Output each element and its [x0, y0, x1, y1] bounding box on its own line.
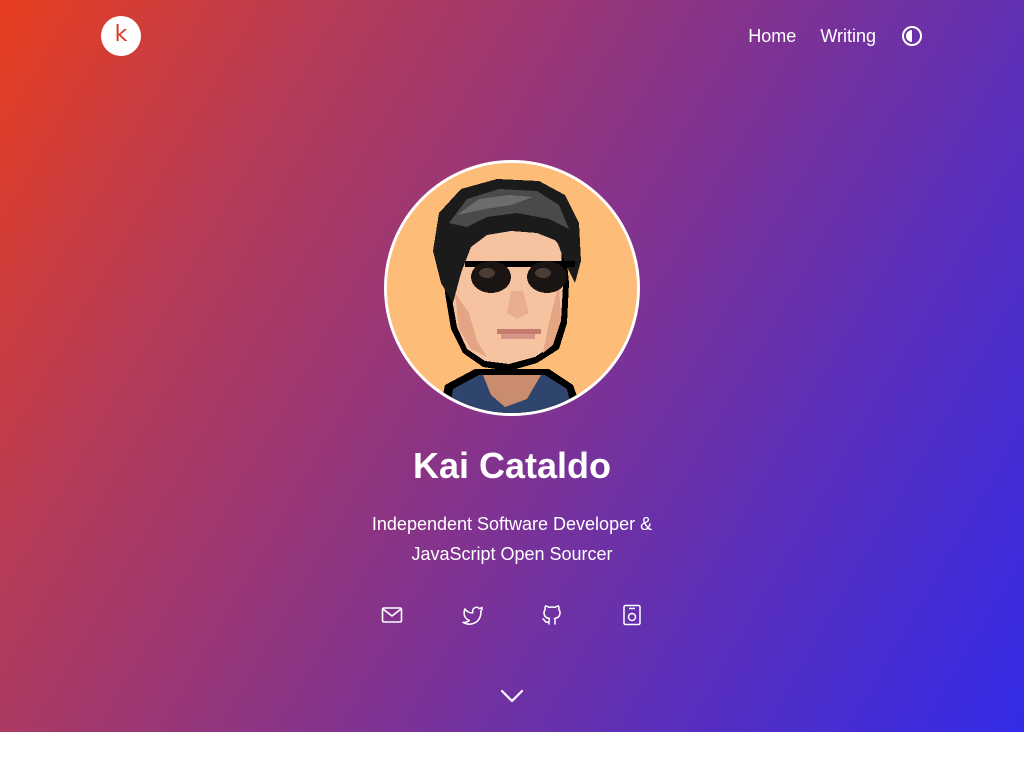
profile-avatar — [384, 160, 640, 416]
content-section — [0, 732, 1024, 768]
theme-toggle-button[interactable] — [900, 24, 924, 48]
resume-icon — [623, 604, 641, 626]
logo-letter: k — [114, 22, 128, 47]
twitter-link[interactable] — [460, 603, 484, 627]
nav-home-link[interactable]: Home — [748, 24, 796, 48]
tagline-line-2: JavaScript Open Sourcer — [411, 544, 613, 564]
chevron-down-icon — [500, 689, 524, 703]
github-icon — [542, 605, 561, 625]
github-link[interactable] — [540, 603, 564, 627]
nav-writing-link[interactable]: Writing — [820, 24, 876, 48]
site-logo[interactable]: k — [101, 16, 141, 56]
profile-tagline: Independent Software Developer & JavaScr… — [312, 509, 712, 569]
half-circle-contrast-icon — [902, 26, 922, 46]
tagline-line-1: Independent Software Developer & — [371, 514, 653, 534]
mail-icon — [381, 607, 403, 623]
avatar-portrait — [387, 163, 637, 413]
social-links — [0, 603, 1024, 629]
main-nav: Home Writing — [748, 24, 924, 48]
profile-name: Kai Cataldo — [412, 445, 612, 486]
twitter-icon — [462, 606, 483, 625]
resume-link[interactable] — [620, 603, 644, 627]
hero-section: k Home Writing Kai Cataldo Independent S… — [0, 0, 1024, 732]
email-link[interactable] — [380, 603, 404, 627]
scroll-down-button[interactable] — [498, 684, 526, 708]
